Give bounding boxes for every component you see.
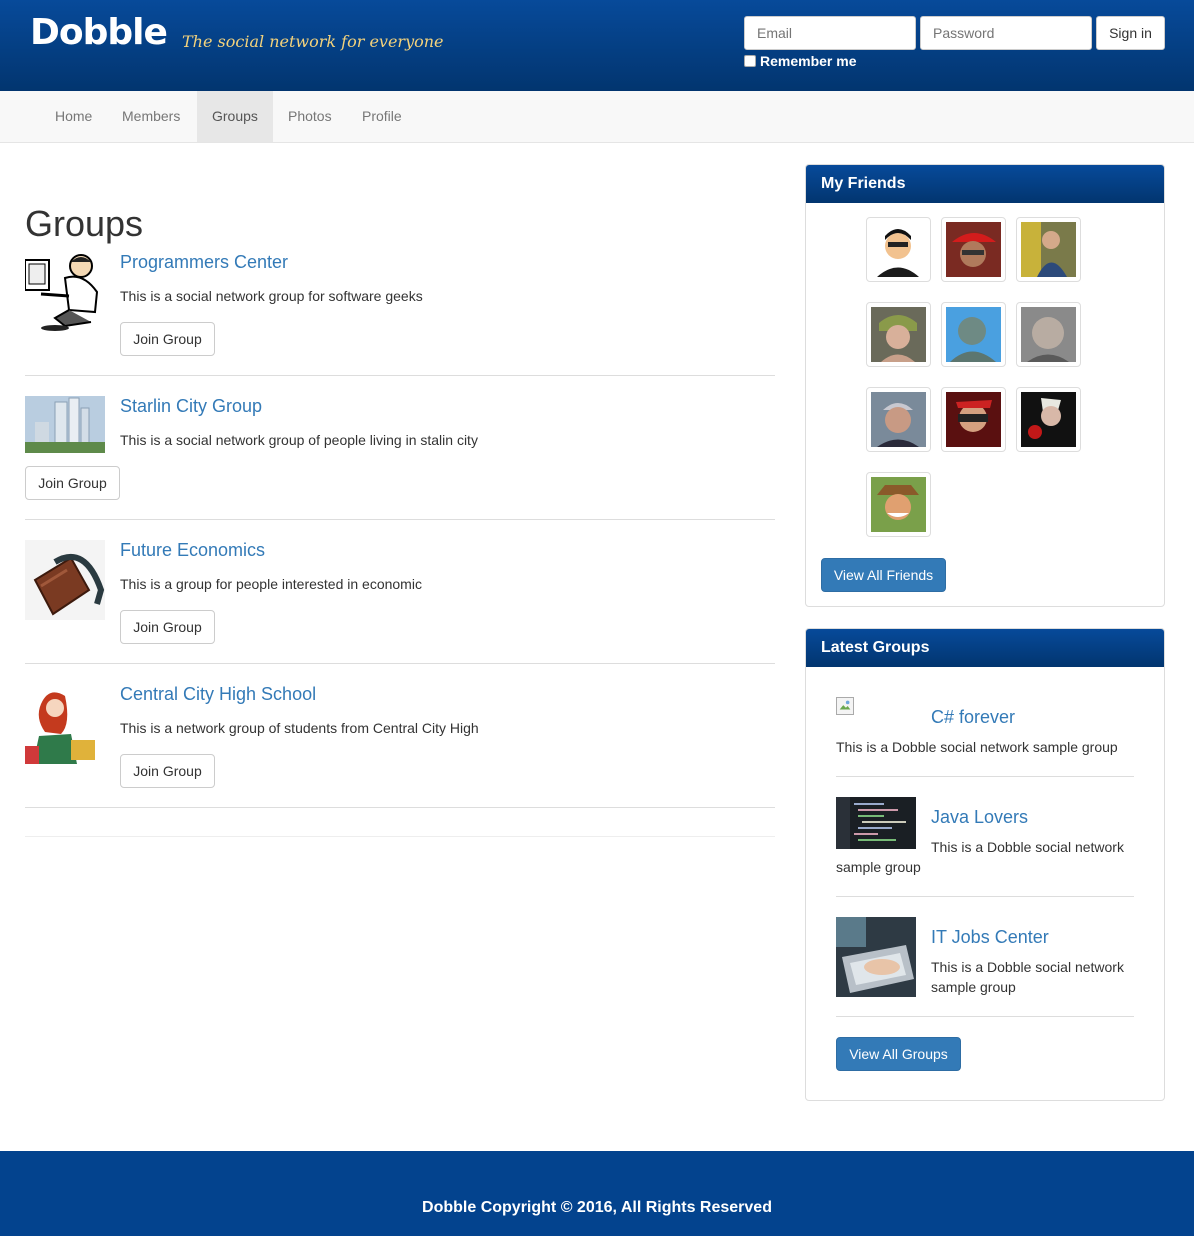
latest-group-name[interactable]: IT Jobs Center [931, 927, 1049, 948]
friend-avatar[interactable] [866, 472, 931, 537]
latest-group-description: This is a Dobble social network [931, 959, 1124, 975]
list-divider [25, 836, 775, 837]
site-tagline: The social network for everyone [182, 32, 444, 51]
my-friends-panel: My Friends View All Friends [805, 164, 1165, 607]
latest-group-item: IT Jobs Center This is a Dobble social n… [836, 917, 1134, 1017]
group-description: This is a social network group for softw… [120, 288, 423, 304]
latest-group-item: C# forever This is a Dobble social netwo… [836, 697, 1134, 777]
site-footer: Dobble Copyright © 2016, All Rights Rese… [0, 1151, 1194, 1236]
main-navbar: Home Members Groups Photos Profile [0, 91, 1194, 143]
group-item: Programmers Center This is a social netw… [24, 252, 775, 376]
latest-groups-title: Latest Groups [806, 629, 1164, 667]
nav-home[interactable]: Home [40, 91, 107, 142]
code-thumbnail[interactable] [836, 797, 916, 849]
friend-avatar[interactable] [941, 217, 1006, 282]
group-item: Central City High School This is a netwo… [25, 684, 775, 808]
remember-me-checkbox[interactable] [744, 55, 756, 67]
latest-group-description-cont: sample group [836, 859, 921, 875]
nav-groups[interactable]: Groups [197, 91, 273, 142]
group-thumbnail-wallet[interactable] [25, 540, 105, 620]
latest-group-item: Java Lovers This is a Dobble social netw… [836, 797, 1134, 897]
group-item: Future Economics This is a group for peo… [25, 540, 775, 664]
friend-avatar[interactable] [1016, 217, 1081, 282]
remember-me-label: Remember me [760, 53, 857, 69]
group-thumbnail-city[interactable] [25, 396, 105, 453]
latest-group-description: This is a Dobble social network [931, 839, 1124, 855]
signin-button[interactable]: Sign in [1096, 16, 1165, 50]
friend-avatar[interactable] [1016, 387, 1081, 452]
site-logo[interactable]: Dobble [30, 12, 168, 53]
friend-avatar[interactable] [866, 217, 931, 282]
nav-photos[interactable]: Photos [273, 91, 347, 142]
latest-group-description-cont: sample group [931, 979, 1016, 995]
group-thumbnail-school[interactable] [25, 684, 105, 764]
group-description: This is a group for people interested in… [120, 576, 422, 592]
view-all-friends-button[interactable]: View All Friends [821, 558, 946, 592]
view-all-groups-button[interactable]: View All Groups [836, 1037, 961, 1071]
group-description: This is a social network group of people… [120, 432, 478, 448]
join-group-button[interactable]: Join Group [25, 466, 120, 500]
join-group-button[interactable]: Join Group [120, 610, 215, 644]
latest-groups-panel: Latest Groups C# forever This is a Dobbl… [805, 628, 1165, 1101]
join-group-button[interactable]: Join Group [120, 754, 215, 788]
my-friends-title: My Friends [806, 165, 1164, 203]
nav-profile[interactable]: Profile [347, 91, 417, 142]
password-input[interactable] [920, 16, 1092, 50]
remember-me[interactable]: Remember me [744, 53, 857, 69]
group-item: Starlin City Group This is a social netw… [25, 396, 775, 520]
footer-copyright: Dobble Copyright © 2016, All Rights Rese… [422, 1199, 772, 1216]
broken-image-icon[interactable] [836, 697, 854, 715]
site-header: Dobble The social network for everyone S… [0, 0, 1194, 91]
friend-avatar[interactable] [866, 387, 931, 452]
group-thumbnail-programmer[interactable] [24, 252, 105, 332]
group-name-link[interactable]: Starlin City Group [120, 396, 262, 417]
group-name-link[interactable]: Central City High School [120, 684, 316, 705]
friend-avatar[interactable] [866, 302, 931, 367]
laptop-thumbnail[interactable] [836, 917, 916, 997]
page-title: Groups [25, 203, 144, 244]
latest-group-name[interactable]: C# forever [931, 707, 1015, 728]
friend-avatar[interactable] [941, 387, 1006, 452]
join-group-button[interactable]: Join Group [120, 322, 215, 356]
latest-group-description: This is a Dobble social network sample g… [836, 739, 1118, 755]
nav-members[interactable]: Members [107, 91, 195, 142]
latest-group-name[interactable]: Java Lovers [931, 807, 1028, 828]
group-name-link[interactable]: Programmers Center [120, 252, 288, 273]
friend-avatar[interactable] [1016, 302, 1081, 367]
group-description: This is a network group of students from… [120, 720, 479, 736]
friend-avatar[interactable] [941, 302, 1006, 367]
email-input[interactable] [744, 16, 916, 50]
group-name-link[interactable]: Future Economics [120, 540, 265, 561]
